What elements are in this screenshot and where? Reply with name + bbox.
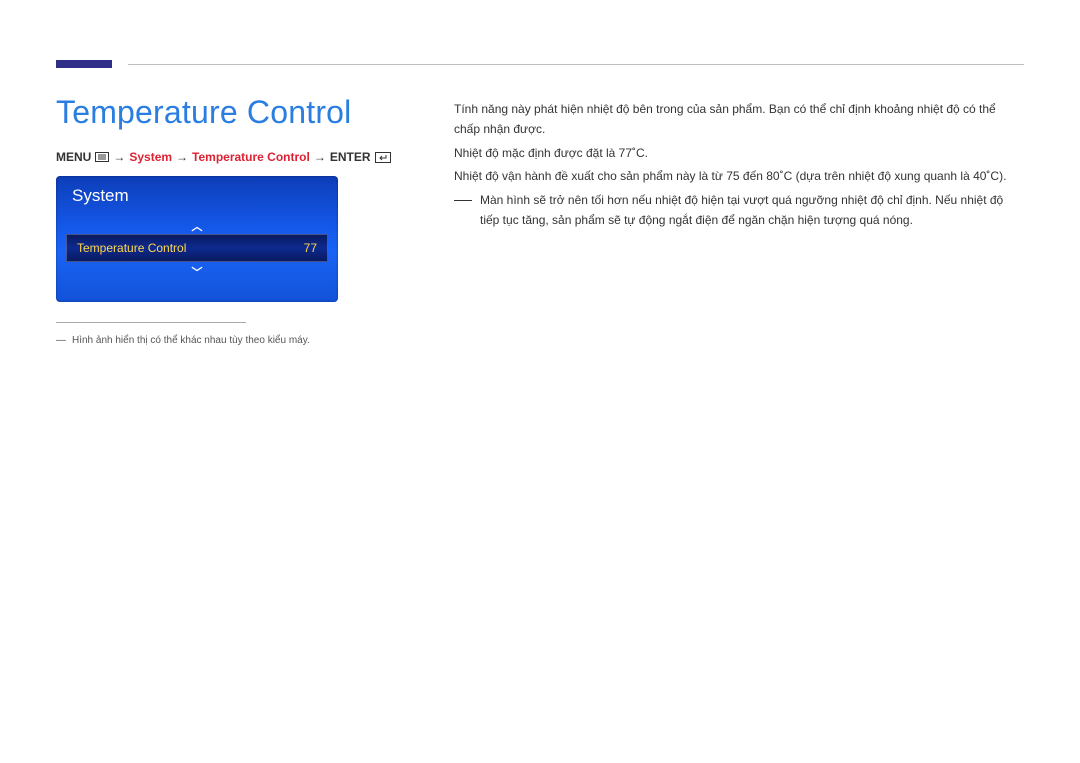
body-note-text: Màn hình sẽ trở nên tối hơn nếu nhiệt độ… — [480, 191, 1024, 231]
breadcrumb-arrow: → — [176, 150, 188, 164]
breadcrumb-enter-label: ENTER — [330, 150, 371, 164]
breadcrumb: MENU → System → Temperature Control → EN… — [56, 150, 391, 164]
header-divider — [128, 64, 1024, 65]
breadcrumb-arrow: → — [314, 150, 326, 164]
osd-row-temperature-control[interactable]: Temperature Control 77 — [66, 234, 328, 262]
footnote-dash: ― — [56, 334, 66, 348]
body-paragraph-2: Nhiệt độ mặc định được đặt là 77˚C. — [454, 144, 1024, 164]
page-title: Temperature Control — [56, 94, 352, 131]
body-paragraph-1: Tính năng này phát hiện nhiệt độ bên tro… — [454, 100, 1024, 140]
osd-panel: System ︿ Temperature Control 77 ﹀ — [56, 176, 338, 302]
footnote-text: Hình ảnh hiển thị có thể khác nhau tùy t… — [72, 334, 310, 348]
osd-title: System — [72, 186, 129, 206]
breadcrumb-menu-label: MENU — [56, 150, 91, 164]
breadcrumb-arrow: → — [113, 150, 125, 164]
chevron-down-icon[interactable]: ﹀ — [192, 264, 203, 280]
body-text: Tính năng này phát hiện nhiệt độ bên tro… — [454, 100, 1024, 231]
body-paragraph-3: Nhiệt độ vận hành đề xuất cho sản phẩm n… — [454, 167, 1024, 187]
chevron-up-icon[interactable]: ︿ — [192, 218, 203, 234]
body-note: Màn hình sẽ trở nên tối hơn nếu nhiệt độ… — [454, 191, 1024, 231]
osd-row-value: 77 — [304, 241, 317, 255]
footnote: ― Hình ảnh hiển thị có thể khác nhau tùy… — [56, 334, 310, 348]
breadcrumb-system: System — [129, 150, 172, 164]
osd-row-label: Temperature Control — [77, 241, 186, 255]
menu-icon — [95, 152, 109, 162]
enter-icon — [375, 152, 391, 163]
page: Temperature Control MENU → System → Temp… — [0, 0, 1080, 763]
header-accent-bar — [56, 60, 112, 68]
footnote-divider — [56, 322, 246, 323]
breadcrumb-temperature-control: Temperature Control — [192, 150, 310, 164]
note-dash-icon — [454, 200, 472, 201]
